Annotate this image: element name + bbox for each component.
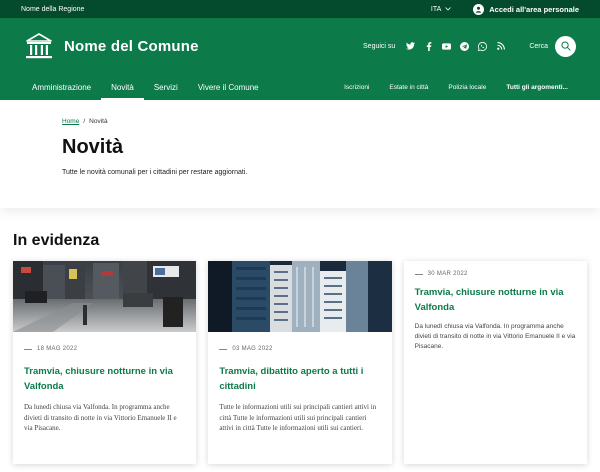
card-list: 18 MAG 2022 Tramvia, chiusure notturne i… [13,261,587,464]
center-header: Nome del Comune Seguici su Cerca [0,18,600,74]
language-selector[interactable]: ITA [430,5,452,13]
breadcrumb: Home / Novità [62,118,538,125]
youtube-icon[interactable] [442,42,452,51]
rss-icon[interactable] [496,42,505,51]
search-label: Cerca [529,42,548,50]
breadcrumb-separator: / [83,118,86,125]
card-title[interactable]: Tramvia, chiusure notturne in via Valfon… [24,364,185,394]
card-title[interactable]: Tramvia, chiusure notturne in via Valfon… [415,285,576,315]
card-date: 03 MAG 2022 [219,346,380,352]
section-heading: In evidenza [13,232,100,249]
language-label: ITA [430,5,442,13]
nav-item-estate-in-citta[interactable]: Estate in città [379,74,438,100]
twitter-icon[interactable] [406,42,416,51]
secondary-menu: Iscrizioni Estate in città Polizia local… [334,74,568,100]
slim-header: Nome della Regione ITA Accedi all'area p… [0,0,600,18]
login-button[interactable]: Accedi all'area personale [473,3,579,15]
evidence-section: In evidenza 18 MAG 2022 Tramvia, chiusur… [0,208,600,464]
card-description: Tutte le informazioni utili sui principa… [219,403,377,432]
search-icon [555,35,576,57]
nav-item-polizia-locale[interactable]: Polizia locale [438,74,496,100]
nav-item-vivere-il-comune[interactable]: Vivere il Comune [188,74,269,100]
page-title: Novità [62,136,124,158]
card-image [208,261,392,332]
nav-item-iscrizioni[interactable]: Iscrizioni [334,74,379,100]
news-card[interactable]: 30 MAR 2022 Tramvia, chiusure notturne i… [403,261,587,464]
login-label: Accedi all'area personale [489,4,579,14]
social-links: Seguici su [363,41,505,51]
user-icon [473,3,485,15]
news-card[interactable]: 18 MAG 2022 Tramvia, chiusure notturne i… [13,261,197,464]
region-link[interactable]: Nome della Regione [21,6,431,13]
card-body: 30 MAR 2022 Tramvia, chiusure notturne i… [404,261,587,352]
whatsapp-icon[interactable] [478,41,488,51]
main-navbar: Amministrazione Novità Servizi Vivere il… [0,74,600,100]
nav-item-servizi[interactable]: Servizi [144,74,188,100]
brand-link[interactable]: Nome del Comune [24,31,363,61]
news-card[interactable]: 03 MAG 2022 Tramvia, dibattito aperto a … [208,261,392,464]
town-hall-icon [26,33,52,59]
search-button[interactable]: Cerca [529,35,576,57]
card-description: Da lunedì chiusa via Valfonda. In progra… [24,403,177,432]
card-date: 18 MAG 2022 [24,346,185,352]
nav-item-amministrazione[interactable]: Amministrazione [32,74,101,100]
page-hero: Home / Novità Novità Tutte le novità com… [0,100,600,208]
card-date: 30 MAR 2022 [415,271,576,277]
card-description: Da lunedì chiusa via Valfonda. In progra… [414,323,576,350]
site-name: Nome del Comune [64,37,199,55]
telegram-icon[interactable] [460,41,470,51]
facebook-icon[interactable] [424,41,433,51]
social-label: Seguici su [363,42,396,50]
page-subtitle: Tutte le novità comunali per i cittadini… [62,169,248,176]
card-title[interactable]: Tramvia, dibattito aperto a tutti i citt… [219,364,380,394]
card-body: 18 MAG 2022 Tramvia, chiusure notturne i… [13,332,196,434]
card-body: 03 MAG 2022 Tramvia, dibattito aperto a … [208,332,391,434]
card-image [13,261,197,332]
chevron-down-icon [445,7,452,11]
nav-item-novita[interactable]: Novità [101,74,144,100]
breadcrumb-home-link[interactable]: Home [62,118,79,125]
nav-item-tutti-gli-argomenti[interactable]: Tutti gli argomenti... [496,74,568,100]
breadcrumb-current: Novità [89,118,108,125]
main-menu: Amministrazione Novità Servizi Vivere il… [32,74,334,100]
